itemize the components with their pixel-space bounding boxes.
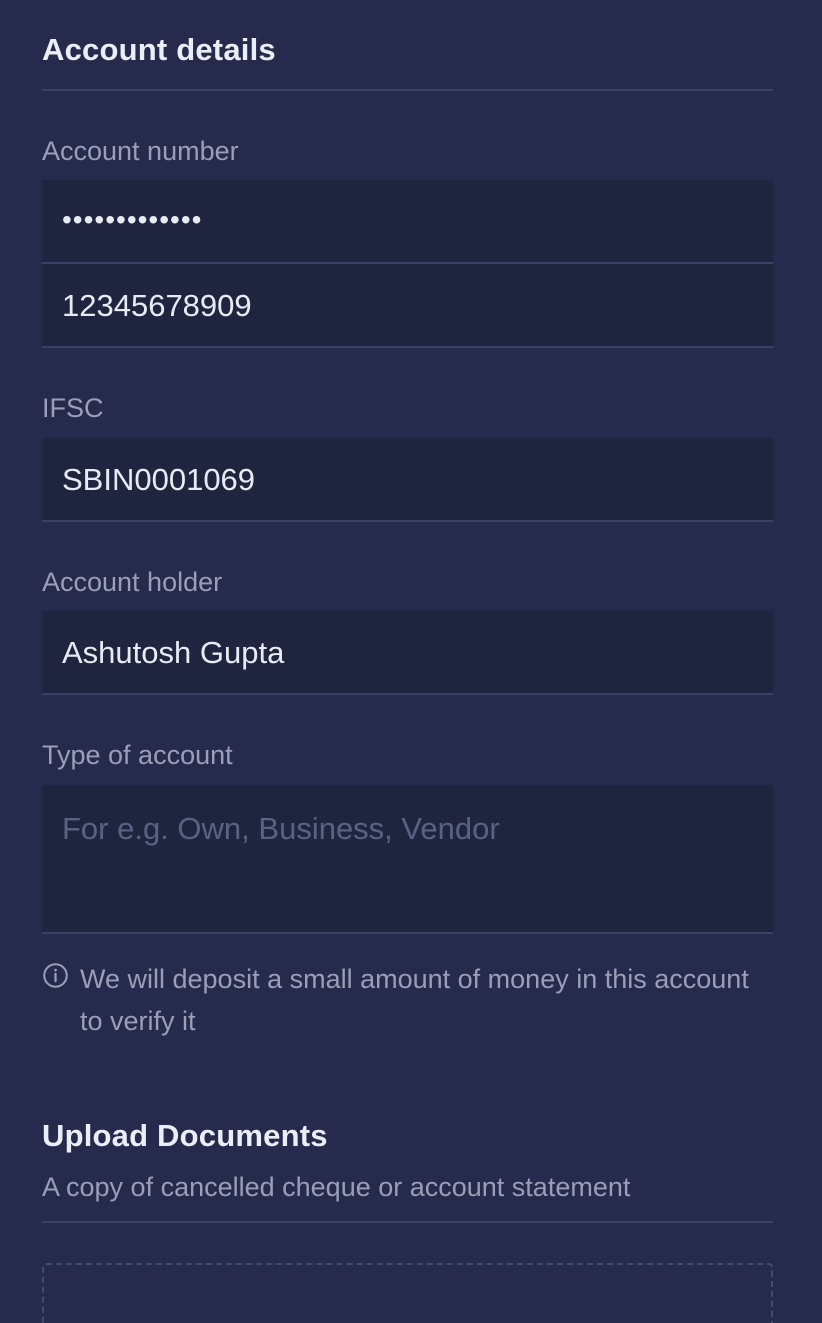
confirm-account-number-input[interactable]: 12345678909 [42, 264, 773, 348]
account-holder-input[interactable]: Ashutosh Gupta [42, 611, 773, 695]
ifsc-input[interactable]: SBIN0001069 [42, 438, 773, 522]
account-holder-label: Account holder [42, 567, 223, 597]
type-of-account-textarea[interactable]: For e.g. Own, Business, Vendor [42, 785, 773, 934]
account-number-input[interactable]: ••••••••••••• [42, 180, 773, 264]
type-of-account-label: Type of account [42, 740, 233, 770]
account-details-divider [42, 89, 773, 91]
account-number-masked-value: ••••••••••••• [62, 204, 203, 235]
ifsc-value: SBIN0001069 [62, 462, 256, 497]
upload-documents-subtitle: A copy of cancelled cheque or account st… [42, 1172, 631, 1202]
document-upload-dropzone[interactable] [42, 1263, 773, 1323]
confirm-account-number-value: 12345678909 [62, 288, 252, 323]
upload-documents-title: Upload Documents [42, 1118, 328, 1153]
account-details-title: Account details [42, 32, 276, 67]
ifsc-label: IFSC [42, 393, 104, 423]
account-holder-value: Ashutosh Gupta [62, 635, 285, 670]
type-of-account-placeholder: For e.g. Own, Business, Vendor [62, 811, 500, 846]
account-number-label: Account number [42, 136, 239, 166]
info-circle-icon [43, 963, 68, 988]
verification-info-text: We will deposit a small amount of money … [80, 964, 749, 1036]
upload-documents-divider [42, 1221, 773, 1223]
